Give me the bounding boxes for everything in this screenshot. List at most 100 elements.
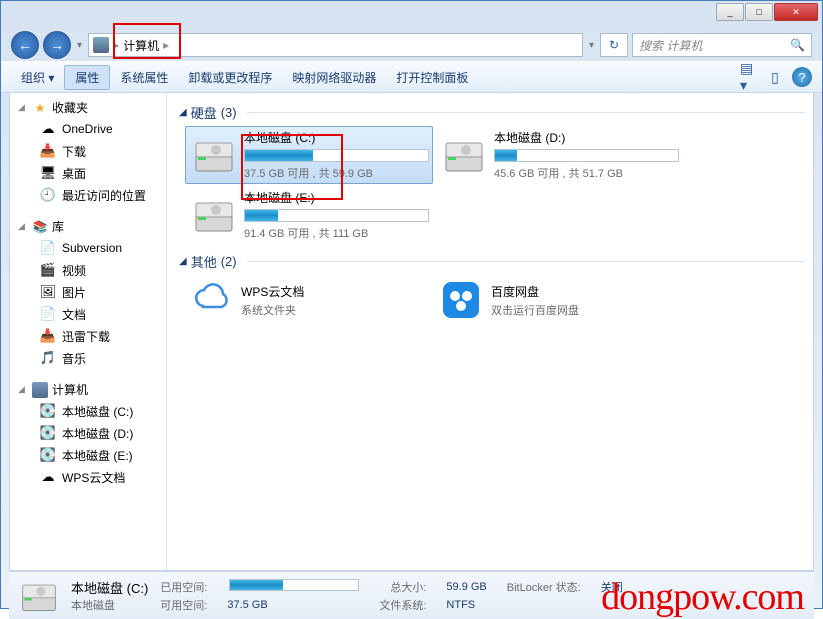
status-subtitle: 本地磁盘 <box>71 597 148 613</box>
refresh-button[interactable]: ↻ <box>600 33 628 57</box>
nav-forward-button[interactable]: → <box>43 31 71 59</box>
hdd-icon <box>19 576 59 616</box>
sidebar-drive-e[interactable]: 💽本地磁盘 (E:) <box>10 444 166 466</box>
organize-menu[interactable]: 组织 ▾ <box>11 65 64 90</box>
chevron-right-icon[interactable]: ▸ <box>113 38 119 52</box>
breadcrumb-computer[interactable]: 计算机 <box>123 37 159 54</box>
search-placeholder: 搜索 计算机 <box>639 37 702 54</box>
minimize-button[interactable]: _ <box>716 3 744 21</box>
bitlocker-val: 关闭 <box>601 579 623 595</box>
nav-back-button[interactable]: ← <box>11 31 39 59</box>
drive-icon: 💽 <box>40 425 56 441</box>
view-menu[interactable]: ▤ ▾ <box>740 68 758 86</box>
close-button[interactable]: ✕ <box>774 3 818 21</box>
drive-stats: 45.6 GB 可用 , 共 51.7 GB <box>494 165 679 181</box>
preview-pane-toggle[interactable]: ▯ <box>766 68 784 86</box>
item-desc: 双击运行百度网盘 <box>491 302 579 318</box>
drive-stats: 91.4 GB 可用 , 共 111 GB <box>244 225 429 241</box>
maximize-button[interactable]: □ <box>745 3 773 21</box>
folder-icon: 📄 <box>40 240 56 256</box>
chevron-right-icon[interactable]: ▸ <box>163 38 169 52</box>
total-val: 59.9 GB <box>446 581 486 593</box>
sidebar-videos[interactable]: 🎬视频 <box>10 259 166 281</box>
onedrive-icon: ☁ <box>40 121 56 137</box>
thunder-icon: 📥 <box>40 328 56 344</box>
library-icon: 📚 <box>32 219 48 235</box>
section-other[interactable]: ◢ 其他 (2) <box>179 244 805 275</box>
drive-icon: 💽 <box>40 447 56 463</box>
music-icon: 🎵 <box>40 350 56 366</box>
search-input[interactable]: 搜索 计算机 🔍 <box>632 33 812 57</box>
drive-e[interactable]: 本地磁盘 (E:) 91.4 GB 可用 , 共 111 GB <box>185 186 433 244</box>
drive-usage-bar <box>244 149 429 162</box>
content-pane: ◢ 硬盘 (3) 本地磁盘 (C:) 37.5 GB 可用 , 共 59.9 G… <box>167 93 813 570</box>
sidebar-pictures[interactable]: 🖼图片 <box>10 281 166 303</box>
computer-icon <box>32 382 48 398</box>
drive-name: 本地磁盘 (D:) <box>494 129 679 146</box>
nav-history-dropdown[interactable]: ▾ <box>75 40 84 51</box>
video-icon: 🎬 <box>40 262 56 278</box>
details-pane: 本地磁盘 (C:) 本地磁盘 已用空间: 总大小: 59.9 GB BitLoc… <box>9 571 814 619</box>
nav-sidebar: ◢ ★ 收藏夹 ☁OneDrive 📥下载 🖥桌面 🕘最近访问的位置 ◢ 📚 库… <box>10 93 167 570</box>
cloud-icon: ☁ <box>40 469 56 485</box>
collapse-arrow-icon[interactable]: ◢ <box>179 256 187 267</box>
computer-icon <box>93 37 109 53</box>
address-dropdown-icon[interactable]: ▾ <box>587 40 596 51</box>
sidebar-downloads[interactable]: 📥下载 <box>10 140 166 162</box>
status-title: 本地磁盘 (C:) <box>71 578 148 597</box>
fs-label: 文件系统: <box>379 597 426 613</box>
sidebar-desktop[interactable]: 🖥桌面 <box>10 162 166 184</box>
hdd-icon <box>192 133 236 177</box>
document-icon: 📄 <box>40 306 56 322</box>
expander-icon[interactable]: ◢ <box>18 102 28 113</box>
tree-computer[interactable]: ◢ 计算机 <box>10 379 166 400</box>
sidebar-documents[interactable]: 📄文档 <box>10 303 166 325</box>
item-name: WPS云文档 <box>241 283 304 300</box>
collapse-arrow-icon[interactable]: ◢ <box>179 107 187 118</box>
system-properties-button[interactable]: 系统属性 <box>110 65 178 90</box>
hdd-icon <box>192 193 236 237</box>
sidebar-music[interactable]: 🎵音乐 <box>10 347 166 369</box>
navbar: ← → ▾ ▸ 计算机 ▸ ▾ ↻ 搜索 计算机 🔍 <box>1 29 822 61</box>
drive-name: 本地磁盘 (E:) <box>244 189 429 206</box>
sidebar-thunder[interactable]: 📥迅雷下载 <box>10 325 166 347</box>
search-icon[interactable]: 🔍 <box>790 38 805 52</box>
drive-d[interactable]: 本地磁盘 (D:) 45.6 GB 可用 , 共 51.7 GB <box>435 126 683 184</box>
picture-icon: 🖼 <box>40 284 56 300</box>
map-drive-button[interactable]: 映射网络驱动器 <box>282 65 386 90</box>
sidebar-onedrive[interactable]: ☁OneDrive <box>10 118 166 140</box>
drive-c[interactable]: 本地磁盘 (C:) 37.5 GB 可用 , 共 59.9 GB <box>185 126 433 184</box>
watermark: dongpow.com <box>601 575 804 619</box>
cloud-icon <box>191 280 231 320</box>
item-name: 百度网盘 <box>491 283 579 300</box>
section-hdd[interactable]: ◢ 硬盘 (3) <box>179 95 805 126</box>
expander-icon[interactable]: ◢ <box>18 384 28 395</box>
titlebar: _ □ ✕ <box>1 1 822 29</box>
drive-bar-fill <box>245 150 313 161</box>
baidu-icon <box>441 280 481 320</box>
expander-icon[interactable]: ◢ <box>18 221 28 232</box>
star-icon: ★ <box>32 100 48 116</box>
drive-stats: 37.5 GB 可用 , 共 59.9 GB <box>244 165 429 181</box>
sidebar-recent[interactable]: 🕘最近访问的位置 <box>10 184 166 206</box>
tree-favorites[interactable]: ◢ ★ 收藏夹 <box>10 97 166 118</box>
sidebar-drive-d[interactable]: 💽本地磁盘 (D:) <box>10 422 166 444</box>
help-button[interactable]: ? <box>792 67 812 87</box>
tree-library[interactable]: ◢ 📚 库 <box>10 216 166 237</box>
total-label: 总大小: <box>379 579 426 595</box>
sidebar-drive-c[interactable]: 💽本地磁盘 (C:) <box>10 400 166 422</box>
address-bar[interactable]: ▸ 计算机 ▸ <box>88 33 583 57</box>
used-label: 已用空间: <box>160 579 207 595</box>
hdd-icon <box>442 133 486 177</box>
sidebar-wps-cloud[interactable]: ☁WPS云文档 <box>10 466 166 488</box>
drive-usage-bar <box>244 209 429 222</box>
recent-icon: 🕘 <box>40 187 56 203</box>
uninstall-button[interactable]: 卸载或更改程序 <box>178 65 282 90</box>
bitlocker-label: BitLocker 状态: <box>507 579 581 595</box>
desktop-icon: 🖥 <box>40 165 56 181</box>
sidebar-subversion[interactable]: 📄Subversion <box>10 237 166 259</box>
properties-button[interactable]: 属性 <box>64 65 110 90</box>
control-panel-button[interactable]: 打开控制面板 <box>386 65 478 90</box>
other-baidu-disk[interactable]: 百度网盘 双击运行百度网盘 <box>435 275 683 325</box>
other-wps-cloud[interactable]: WPS云文档 系统文件夹 <box>185 275 433 325</box>
